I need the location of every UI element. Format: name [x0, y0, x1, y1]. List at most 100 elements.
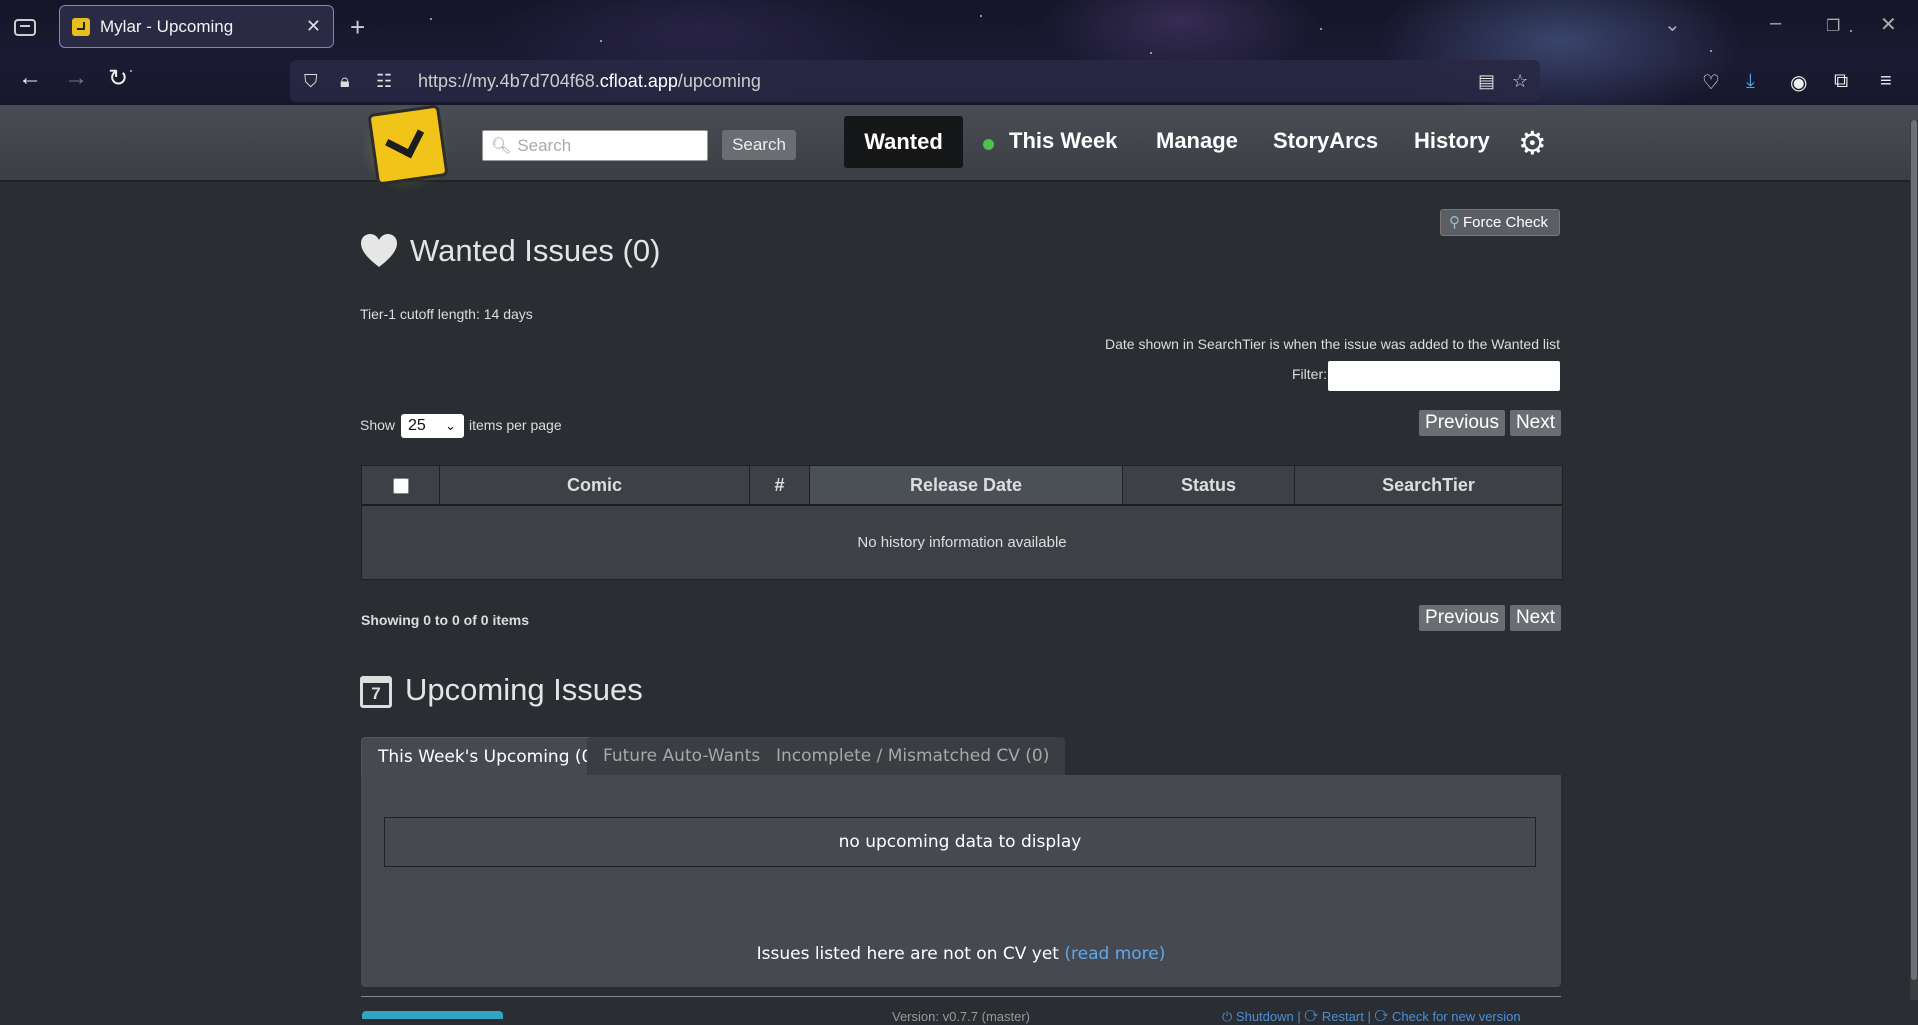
- tab-list-icon[interactable]: [14, 17, 36, 37]
- tab-title: Mylar - Upcoming: [100, 16, 234, 36]
- showing-count: Showing 0 to 0 of 0 items: [361, 612, 530, 628]
- settings-gear-icon[interactable]: ⚙: [1518, 124, 1547, 162]
- tab-future-auto-wants[interactable]: Future Auto-Wants: [587, 737, 777, 775]
- per-page-select[interactable]: 25 ⌄: [401, 414, 464, 438]
- version-text: Version: v0.7.7 (master): [892, 1009, 1030, 1024]
- cv-note: Issues listed here are not on CV yet (re…: [361, 944, 1561, 964]
- col-searchtier[interactable]: SearchTier: [1295, 466, 1562, 504]
- date-note-text: Date shown in SearchTier is when the iss…: [1105, 336, 1560, 352]
- search-placeholder: Search: [517, 135, 572, 155]
- check-version-link[interactable]: Check for new version: [1392, 1009, 1521, 1024]
- search-button[interactable]: Search: [722, 130, 796, 160]
- url-domain: cfloat.app: [599, 70, 678, 91]
- pocket-icon[interactable]: ♡: [1702, 70, 1720, 95]
- tier-cutoff-text: Tier-1 cutoff length: 14 days: [360, 306, 533, 322]
- background-star: [1150, 52, 1152, 54]
- filter-input[interactable]: [1328, 361, 1560, 391]
- page-scrollbar[interactable]: [1910, 120, 1918, 1000]
- address-bar[interactable]: ⛉ 🔒︎ ☷ https://my.4b7d704f68.cfloat.app/…: [290, 60, 1540, 102]
- next-button-top[interactable]: Next: [1510, 410, 1561, 436]
- nav-this-week[interactable]: This Week: [1009, 128, 1117, 154]
- chevron-down-icon[interactable]: ⌄: [1664, 12, 1681, 37]
- table-header: Comic # Release Date Status SearchTier: [362, 466, 1562, 506]
- shutdown-link[interactable]: Shutdown: [1236, 1009, 1294, 1024]
- magnifier-icon: ⚲: [1449, 214, 1460, 231]
- scrollbar-thumb[interactable]: [1911, 120, 1917, 980]
- search-icon: 🔍︎: [491, 137, 512, 155]
- restore-icon[interactable]: ❐: [1826, 16, 1840, 36]
- mylar-favicon-icon: [72, 17, 90, 36]
- background-star: [1710, 50, 1712, 52]
- background-star: [1850, 30, 1852, 32]
- shield-icon[interactable]: ⛉: [304, 71, 326, 92]
- reload-icon[interactable]: ↻: [108, 64, 128, 93]
- col-release-date[interactable]: Release Date: [810, 466, 1123, 504]
- chevron-down-icon: ⌄: [445, 418, 456, 433]
- col-status[interactable]: Status: [1123, 466, 1295, 504]
- force-check-label: Force Check: [1463, 214, 1549, 231]
- next-button-bottom[interactable]: Next: [1510, 605, 1561, 631]
- close-window-icon[interactable]: ✕: [1880, 12, 1897, 37]
- tab-this-week-upcoming[interactable]: This Week's Upcoming (0): [361, 737, 616, 775]
- reader-view-icon[interactable]: ▤: [1478, 71, 1495, 92]
- empty-table-message: No history information available: [857, 534, 1067, 551]
- force-check-button[interactable]: ⚲ Force Check: [1440, 209, 1560, 236]
- per-page-value: 25: [408, 417, 426, 434]
- wanted-title: Wanted Issues (0): [410, 233, 661, 268]
- background-star: [1320, 28, 1322, 30]
- search-input[interactable]: 🔍︎ Search: [482, 130, 708, 161]
- menu-icon[interactable]: ≡: [1880, 70, 1892, 93]
- back-icon[interactable]: ←: [18, 64, 42, 92]
- update-icon: ⟳: [1374, 1009, 1389, 1024]
- permissions-icon[interactable]: ☷: [376, 71, 398, 92]
- upcoming-panel: no upcoming data to display Issues liste…: [361, 775, 1561, 987]
- read-more-link[interactable]: (read more): [1064, 944, 1165, 964]
- tab-incomplete-mismatched[interactable]: Incomplete / Mismatched CV (0): [760, 737, 1066, 775]
- background-star: [130, 70, 132, 72]
- account-icon[interactable]: ◉: [1790, 70, 1807, 95]
- status-dot-icon: [983, 139, 994, 150]
- nav-manage[interactable]: Manage: [1156, 128, 1238, 154]
- per-page-label: items per page: [469, 417, 562, 433]
- minimize-icon[interactable]: –: [1770, 12, 1781, 35]
- logo-tile: [367, 104, 449, 186]
- filter-label: Filter:: [1292, 366, 1327, 382]
- cv-note-text: Issues listed here are not on CV yet: [756, 944, 1059, 964]
- lock-icon[interactable]: 🔒︎: [340, 71, 362, 92]
- new-tab-icon[interactable]: +: [350, 12, 365, 43]
- upcoming-title: Upcoming Issues: [405, 672, 643, 707]
- nav-history[interactable]: History: [1414, 128, 1490, 154]
- extensions-icon[interactable]: ⧉: [1834, 70, 1848, 93]
- no-upcoming-message: no upcoming data to display: [384, 817, 1536, 867]
- close-tab-icon[interactable]: ✕: [306, 16, 321, 37]
- background-star: [430, 18, 432, 20]
- browser-tab[interactable]: Mylar - Upcoming ✕: [59, 5, 334, 48]
- restart-link[interactable]: Restart: [1322, 1009, 1364, 1024]
- download-icon[interactable]: ⤓: [1746, 70, 1755, 93]
- previous-button-top[interactable]: Previous: [1419, 410, 1505, 436]
- footer-links: ⏻ Shutdown | ⟳ Restart | ⟳ Check for new…: [1222, 1009, 1521, 1024]
- nav-wanted[interactable]: Wanted: [844, 116, 963, 168]
- footer-divider: [361, 996, 1561, 997]
- browser-chrome: Mylar - Upcoming ✕ + ⌄ – ❐ ✕ ← → ↻ ⛉ 🔒︎ …: [0, 0, 1918, 105]
- url-prefix: https://my.4b7d704f68.: [418, 70, 600, 91]
- url-path: /upcoming: [677, 70, 761, 91]
- url-text[interactable]: https://my.4b7d704f68.cfloat.app/upcomin…: [418, 71, 761, 92]
- previous-button-bottom[interactable]: Previous: [1419, 605, 1505, 631]
- forward-icon[interactable]: →: [64, 64, 88, 92]
- restart-icon: ⟳: [1304, 1009, 1319, 1024]
- calendar-icon: 7: [360, 676, 392, 708]
- table-body: No history information available: [362, 506, 1562, 579]
- bookmark-star-icon[interactable]: ☆: [1512, 71, 1528, 92]
- power-icon: ⏻: [1222, 1009, 1233, 1024]
- select-all-checkbox[interactable]: [393, 478, 409, 494]
- heart-icon: [361, 234, 397, 267]
- col-comic[interactable]: Comic: [440, 466, 750, 504]
- background-star: [980, 15, 982, 17]
- background-star: [600, 40, 602, 42]
- col-number[interactable]: #: [750, 466, 810, 504]
- nav-storyarcs[interactable]: StoryArcs: [1273, 128, 1378, 154]
- select-all-header: [362, 466, 440, 504]
- mylar-logo[interactable]: [360, 104, 452, 191]
- show-label: Show: [360, 417, 396, 433]
